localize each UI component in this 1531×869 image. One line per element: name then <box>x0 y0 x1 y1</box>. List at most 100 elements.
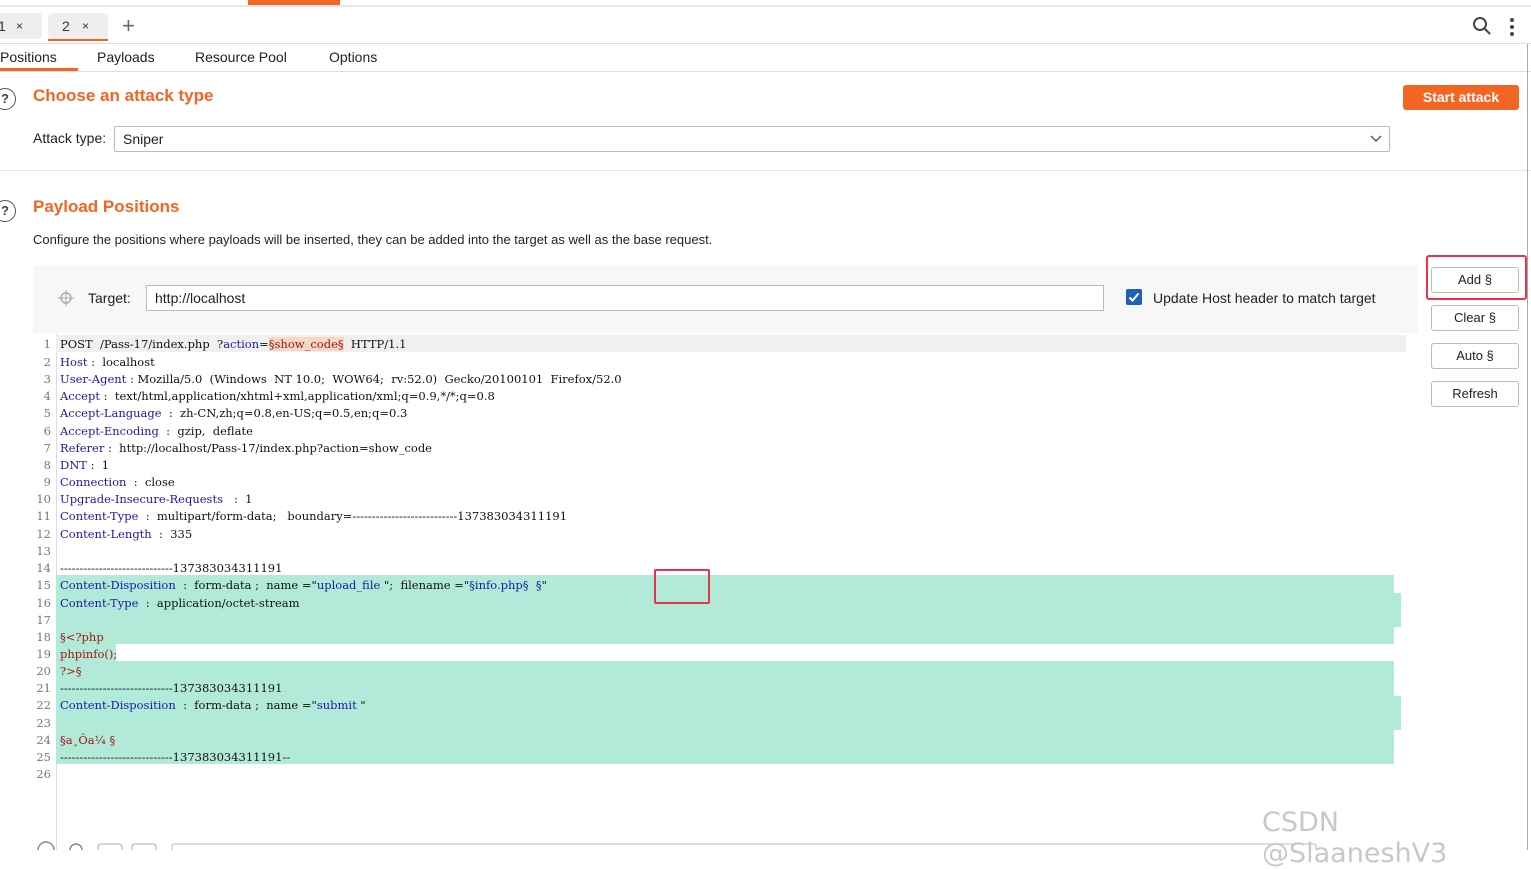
payload-highlight <box>56 661 1394 679</box>
header-value: : 335 <box>151 527 193 541</box>
update-host-label: Update Host header to match target <box>1153 290 1376 306</box>
request-line: -----------------------------13738303431… <box>60 750 291 764</box>
auto-markers-button[interactable]: Auto § <box>1431 343 1519 369</box>
header-value: : 1 <box>222 492 253 506</box>
line-number: 1 <box>43 337 51 351</box>
tab-label: 1 <box>0 18 6 34</box>
help-icon[interactable]: ? <box>0 200 16 222</box>
payload-highlight <box>56 730 1394 747</box>
target-input[interactable]: http://localhost <box>146 285 1104 311</box>
tab-close-icon[interactable]: × <box>16 13 23 39</box>
line-number: 15 <box>36 578 51 592</box>
line-number: 11 <box>36 509 51 523</box>
header-value: : application/octet-stream <box>138 596 300 610</box>
payload-positions-title: Payload Positions <box>33 197 180 216</box>
attack-type-select[interactable]: Sniper <box>114 126 1390 152</box>
header-name: Connection <box>60 475 127 489</box>
line-number: 17 <box>36 613 51 627</box>
line-number: 3 <box>43 372 51 386</box>
request-line: Upgrade-Insecure-Requests : 1 <box>60 492 252 506</box>
annotation-box <box>654 569 710 604</box>
payload-marker[interactable]: §info.php§ § <box>469 578 541 592</box>
header-name: Accept-Encoding <box>60 424 159 438</box>
target-value: http://localhost <box>155 290 246 306</box>
line-number: 7 <box>43 441 51 455</box>
tab-close-icon[interactable]: × <box>82 13 89 39</box>
code-key: upload_file <box>316 578 381 592</box>
line-number: 14 <box>36 561 51 575</box>
start-attack-button[interactable]: Start attack <box>1403 85 1519 110</box>
tab-options[interactable]: Options <box>329 48 377 70</box>
header-value: : http://localhost/Pass-17/index.php?act… <box>104 441 432 455</box>
payload-positions-description: Configure the positions where payloads w… <box>33 232 713 247</box>
request-line: -----------------------------13738303431… <box>60 561 283 575</box>
code-text: POST /Pass-17/index.php ? <box>60 337 224 351</box>
line-number: 19 <box>36 647 51 661</box>
header-name: Referer <box>60 441 105 455</box>
code-text: = <box>259 337 269 351</box>
tab-resource-pool[interactable]: Resource Pool <box>195 48 287 70</box>
request-line: §a¸Ôa¼ § <box>60 733 116 747</box>
header-name: Content-Type <box>60 596 139 610</box>
line-number: 16 <box>36 596 51 610</box>
line-number: 5 <box>43 406 51 420</box>
new-tab-button[interactable]: + <box>122 14 135 38</box>
crosshair-icon <box>58 290 74 306</box>
tab-positions[interactable]: Positions <box>0 48 84 71</box>
tab-1[interactable]: 1 × <box>0 13 42 39</box>
header-name: Accept <box>60 389 100 403</box>
line-number: 6 <box>43 424 51 438</box>
header-value: : gzip, deflate <box>158 424 253 438</box>
header-value: : zh-CN,zh;q=0.8,en-US;q=0.5,en;q=0.3 <box>161 406 408 420</box>
target-label: Target: <box>88 290 131 306</box>
attack-type-label: Attack type: <box>33 130 107 146</box>
line-number: 12 <box>36 527 51 541</box>
header-name: DNT <box>60 458 87 472</box>
request-line: Host : localhost <box>60 355 155 369</box>
request-line: Content-Type : application/octet-stream <box>60 596 300 610</box>
line-number: 2 <box>43 355 51 369</box>
header-name: Content-Disposition <box>60 578 176 592</box>
help-icon[interactable]: ? <box>0 88 16 110</box>
code-key: action <box>223 337 260 351</box>
request-line: Content-Type : multipart/form-data; boun… <box>60 509 567 523</box>
clear-markers-button[interactable]: Clear § <box>1431 305 1519 331</box>
request-line: ?>§ <box>60 664 82 678</box>
payload-marker[interactable]: §show_code§ <box>268 337 344 351</box>
add-marker-button[interactable]: Add § <box>1431 267 1519 293</box>
header-value: : Mozilla/5.0 (Windows NT 10.0; WOW64; r… <box>126 372 622 386</box>
request-line: POST /Pass-17/index.php ?action=§show_co… <box>60 337 406 351</box>
header-name: Host <box>60 355 88 369</box>
tab-2[interactable]: 2 × <box>48 13 108 41</box>
header-value: : multipart/form-data; boundary=--------… <box>138 509 568 523</box>
refresh-button[interactable]: Refresh <box>1431 381 1519 407</box>
code-text: " <box>541 578 547 592</box>
request-line: Accept-Encoding : gzip, deflate <box>60 424 253 438</box>
line-number: 21 <box>36 681 51 695</box>
window-edge <box>1527 44 1528 850</box>
line-number: 4 <box>43 389 51 403</box>
kebab-menu-icon[interactable] <box>1506 16 1518 38</box>
line-number: 22 <box>36 698 51 712</box>
header-value: : 1 <box>86 458 110 472</box>
code-text: HTTP/1.1 <box>343 337 407 351</box>
tab-payloads[interactable]: Payloads <box>97 48 155 70</box>
request-line: Connection : close <box>60 475 175 489</box>
bottom-toolbar[interactable] <box>36 838 1336 850</box>
line-number: 10 <box>36 492 51 506</box>
payload-highlight <box>56 627 1394 644</box>
search-icon[interactable] <box>1472 16 1492 36</box>
section-divider <box>0 170 1531 171</box>
chevron-down-icon <box>1370 135 1382 143</box>
line-number: 8 <box>43 458 51 472</box>
line-number: 24 <box>36 733 51 747</box>
tab-positions-label: Positions <box>0 49 57 65</box>
attack-type-value: Sniper <box>123 131 164 147</box>
active-tab-underline <box>48 39 108 41</box>
request-line: Content-Disposition : form-data ; name =… <box>60 698 366 712</box>
request-line: phpinfo(); <box>60 647 118 661</box>
code-text: : form-data ; name =" <box>175 698 317 712</box>
request-line: Referer : http://localhost/Pass-17/index… <box>60 441 432 455</box>
header-divider <box>0 43 1531 44</box>
update-host-checkbox[interactable] <box>1126 289 1142 305</box>
